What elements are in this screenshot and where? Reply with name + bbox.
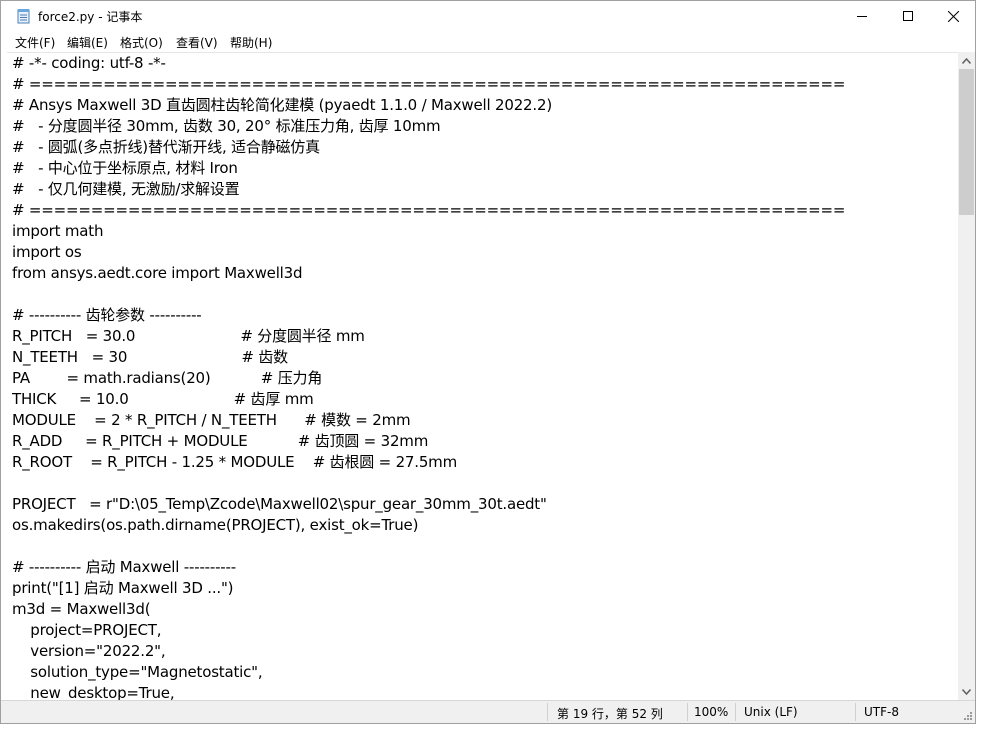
title-bar[interactable]: force2.py - 记事本 [1, 1, 975, 31]
scroll-down-button[interactable] [958, 683, 975, 700]
code-line: MODULE = 2 * R_PITCH / N_TEETH # 模数 = 2m… [12, 411, 411, 429]
code-line: from ansys.aedt.core import Maxwell3d [12, 264, 303, 282]
code-line: PA = math.radians(20) # 压力角 [12, 369, 323, 387]
status-divider [547, 703, 548, 721]
scroll-up-button[interactable] [958, 52, 975, 69]
code-line: version="2022.2", [12, 642, 166, 660]
menu-file[interactable]: 文件(F) [15, 34, 55, 51]
chevron-down-icon [962, 688, 971, 695]
menu-format[interactable]: 格式(O) [120, 34, 163, 51]
minimize-icon [857, 16, 867, 17]
scroll-thumb[interactable] [959, 69, 974, 215]
code-line: # ======================================… [12, 75, 846, 93]
code-line: solution_type="Magnetostatic", [12, 663, 263, 681]
code-line: # - 中心位于坐标原点, 材料 Iron [12, 159, 238, 177]
notepad-window: force2.py - 记事本 文件(F) 编辑(E) 格式(O) 查看(V) … [0, 0, 976, 724]
minimize-button[interactable] [839, 1, 885, 31]
maximize-icon [903, 11, 913, 21]
status-bar: 第 19 行，第 52 列 100% Unix (LF) UTF-8 [1, 700, 975, 723]
code-line: R_PITCH = 30.0 # 分度圆半径 mm [12, 327, 365, 345]
close-icon [947, 10, 959, 22]
encoding: UTF-8 [864, 705, 899, 719]
code-line: m3d = Maxwell3d( [12, 600, 151, 618]
code-line: N_TEETH = 30 # 齿数 [12, 348, 288, 366]
code-line: # - 仅几何建模, 无激励/求解设置 [12, 180, 240, 198]
code-line: # - 圆弧(多点折线)替代渐开线, 适合静磁仿真 [12, 138, 320, 156]
code-line: R_ADD = R_PITCH + MODULE # 齿顶圆 = 32mm [12, 432, 429, 450]
code-line: R_ROOT = R_PITCH - 1.25 * MODULE # 齿根圆 =… [12, 453, 457, 471]
close-button[interactable] [930, 1, 976, 31]
zoom-level: 100% [694, 705, 729, 719]
code-line: os.makedirs(os.path.dirname(PROJECT), ex… [12, 516, 419, 534]
code-line: new_desktop=True, [12, 684, 175, 701]
code-line: # ---------- 启动 Maxwell ---------- [12, 558, 236, 576]
menu-help[interactable]: 帮助(H) [230, 34, 272, 51]
menu-bar: 文件(F) 编辑(E) 格式(O) 查看(V) 帮助(H) [1, 31, 975, 52]
code-line: project=PROJECT, [12, 621, 162, 639]
code-line: import math [12, 222, 104, 240]
code-line: # Ansys Maxwell 3D 直齿圆柱齿轮简化建模 (pyaedt 1.… [12, 96, 552, 114]
chevron-up-icon [962, 57, 971, 64]
maximize-button[interactable] [885, 1, 931, 31]
cursor-position: 第 19 行，第 52 列 [557, 707, 663, 721]
status-divider [687, 703, 688, 721]
code-line: PROJECT = r"D:\05_Temp\Zcode\Maxwell02\s… [12, 495, 547, 513]
status-divider [855, 703, 856, 721]
code-line: import os [12, 243, 82, 261]
notepad-app-icon [17, 9, 30, 24]
code-line: # -*- coding: utf-8 -*- [12, 54, 166, 72]
status-divider [735, 703, 736, 721]
text-editor[interactable]: # -*- coding: utf-8 -*- # ==============… [7, 52, 958, 701]
resize-grip-icon[interactable] [963, 711, 973, 721]
code-line: # ======================================… [12, 201, 846, 219]
code-line: # ---------- 齿轮参数 ---------- [12, 306, 202, 324]
menu-view[interactable]: 查看(V) [176, 34, 218, 51]
code-line: # - 分度圆半径 30mm, 齿数 30, 20° 标准压力角, 齿厚 10m… [12, 117, 441, 135]
line-ending: Unix (LF) [744, 705, 798, 719]
code-line: print("[1] 启动 Maxwell 3D ...") [12, 579, 234, 597]
vertical-scrollbar[interactable] [958, 52, 975, 700]
window-title: force2.py - 记事本 [38, 10, 143, 24]
code-line: THICK = 10.0 # 齿厚 mm [12, 390, 314, 408]
menu-edit[interactable]: 编辑(E) [67, 34, 108, 51]
